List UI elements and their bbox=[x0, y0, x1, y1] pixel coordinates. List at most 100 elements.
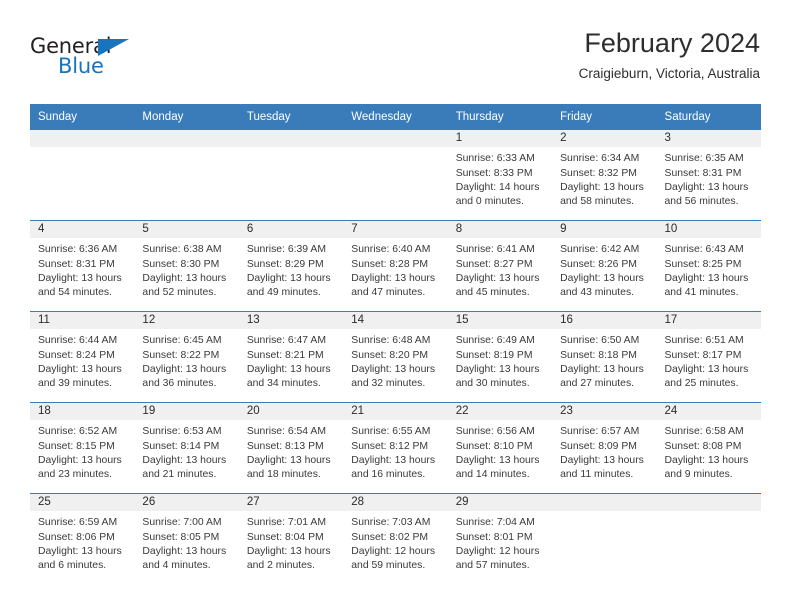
sunset-time: Sunset: 8:21 PM bbox=[246, 349, 324, 361]
title-block: February 2024 Craigieburn, Victoria, Aus… bbox=[579, 28, 760, 81]
day-number: 7 bbox=[343, 221, 448, 239]
calendar-day-cell[interactable]: 18 Sunrise: 6:52 AM Sunset: 8:15 PM Dayligh… bbox=[30, 403, 135, 494]
day-number bbox=[238, 130, 344, 148]
daylight-duration-line2: and 4 minutes. bbox=[142, 559, 211, 571]
daylight-duration-line1: Daylight: 14 hours bbox=[455, 181, 540, 193]
sunset-time: Sunset: 8:32 PM bbox=[560, 167, 637, 179]
day-number: 1 bbox=[447, 130, 553, 148]
calendar-day-cell[interactable]: 7 Sunrise: 6:40 AM Sunset: 8:28 PM Daylight… bbox=[343, 221, 448, 312]
calendar-day-cell[interactable]: 22 Sunrise: 6:56 AM Sunset: 8:10 PM Dayligh… bbox=[447, 403, 553, 494]
day-number: 11 bbox=[30, 312, 135, 330]
daylight-duration-line2: and 6 minutes. bbox=[38, 559, 107, 571]
calendar-day-cell[interactable]: 19 Sunrise: 6:53 AM Sunset: 8:14 PM Dayligh… bbox=[134, 403, 239, 494]
calendar-day-cell[interactable]: 25 Sunrise: 6:59 AM Sunset: 8:06 PM Dayligh… bbox=[30, 494, 135, 585]
day-sun-info: Sunrise: 6:52 AM Sunset: 8:15 PM Daylight:… bbox=[30, 420, 134, 482]
calendar-day-cell[interactable]: 16 Sunrise: 6:50 AM Sunset: 8:18 PM Dayligh… bbox=[552, 312, 657, 403]
sunset-time: Sunset: 8:10 PM bbox=[455, 440, 533, 452]
day-number: 5 bbox=[134, 221, 239, 239]
calendar-day-cell[interactable]: 13 Sunrise: 6:47 AM Sunset: 8:21 PM Dayligh… bbox=[238, 312, 344, 403]
daylight-duration-line1: Daylight: 13 hours bbox=[560, 272, 644, 284]
sunset-time: Sunset: 8:05 PM bbox=[142, 531, 220, 543]
sunset-time: Sunset: 8:31 PM bbox=[38, 258, 115, 270]
daylight-duration-line1: Daylight: 13 hours bbox=[38, 363, 122, 375]
daylight-duration-line2: and 14 minutes. bbox=[455, 468, 530, 480]
calendar-day-cell[interactable]: 17 Sunrise: 6:51 AM Sunset: 8:17 PM Dayligh… bbox=[656, 312, 761, 403]
calendar-day-cell[interactable]: 28 Sunrise: 7:03 AM Sunset: 8:02 PM Dayligh… bbox=[343, 494, 448, 585]
calendar-day-cell[interactable]: 1 Sunrise: 6:33 AM Sunset: 8:33 PM Daylight… bbox=[447, 130, 553, 221]
sunset-time: Sunset: 8:18 PM bbox=[560, 349, 637, 361]
calendar-day-cell[interactable]: 21 Sunrise: 6:55 AM Sunset: 8:12 PM Dayligh… bbox=[343, 403, 448, 494]
calendar-day-cell-empty bbox=[134, 130, 239, 221]
daylight-duration-line2: and 11 minutes. bbox=[560, 468, 634, 480]
day-number: 22 bbox=[447, 403, 553, 421]
sunset-time: Sunset: 8:15 PM bbox=[38, 440, 115, 452]
calendar-day-cell[interactable]: 8 Sunrise: 6:41 AM Sunset: 8:27 PM Daylight… bbox=[447, 221, 553, 312]
calendar-day-cell[interactable]: 15 Sunrise: 6:49 AM Sunset: 8:19 PM Dayligh… bbox=[447, 312, 553, 403]
day-number bbox=[134, 130, 239, 148]
day-sun-info: Sunrise: 6:45 AM Sunset: 8:22 PM Daylight:… bbox=[134, 329, 238, 391]
daylight-duration-line1: Daylight: 13 hours bbox=[351, 363, 436, 375]
sunrise-time: Sunrise: 7:00 AM bbox=[142, 517, 222, 529]
calendar-day-cell[interactable]: 5 Sunrise: 6:38 AM Sunset: 8:30 PM Daylight… bbox=[134, 221, 239, 312]
calendar-week-row: 11 Sunrise: 6:44 AM Sunset: 8:24 PM Dayligh… bbox=[30, 312, 761, 404]
page-subtitle: Craigieburn, Victoria, Australia bbox=[578, 66, 760, 82]
calendar-day-cell[interactable]: 2 Sunrise: 6:34 AM Sunset: 8:32 PM Daylight… bbox=[552, 130, 657, 221]
calendar-day-cell[interactable]: 14 Sunrise: 6:48 AM Sunset: 8:20 PM Dayligh… bbox=[343, 312, 448, 403]
daylight-duration-line2: and 23 minutes. bbox=[38, 468, 112, 480]
day-number: 25 bbox=[30, 494, 135, 512]
calendar-day-cell-empty bbox=[552, 494, 657, 585]
day-number: 23 bbox=[552, 403, 657, 421]
daylight-duration-line2: and 41 minutes. bbox=[664, 286, 739, 298]
sunrise-time: Sunrise: 7:01 AM bbox=[246, 517, 326, 529]
calendar-day-cell[interactable]: 10 Sunrise: 6:43 AM Sunset: 8:25 PM Dayligh… bbox=[656, 221, 761, 312]
sunset-time: Sunset: 8:31 PM bbox=[664, 167, 742, 179]
daylight-duration-line2: and 49 minutes. bbox=[246, 286, 321, 298]
calendar-week-row: 25 Sunrise: 6:59 AM Sunset: 8:06 PM Dayligh… bbox=[30, 494, 761, 585]
calendar-day-cell[interactable]: 29 Sunrise: 7:04 AM Sunset: 8:01 PM Dayligh… bbox=[447, 494, 553, 585]
calendar-day-cell[interactable]: 9 Sunrise: 6:42 AM Sunset: 8:26 PM Daylight… bbox=[552, 221, 657, 312]
day-number: 20 bbox=[238, 403, 344, 421]
calendar-day-cell[interactable]: 26 Sunrise: 7:00 AM Sunset: 8:05 PM Dayligh… bbox=[134, 494, 239, 585]
day-sun-info: Sunrise: 6:35 AM Sunset: 8:31 PM Daylight:… bbox=[657, 147, 761, 209]
daylight-duration-line2: and 32 minutes. bbox=[351, 377, 426, 389]
day-sun-info: Sunrise: 6:41 AM Sunset: 8:27 PM Daylight:… bbox=[448, 238, 552, 300]
daylight-duration-line2: and 34 minutes. bbox=[246, 377, 321, 389]
sunset-time: Sunset: 8:28 PM bbox=[351, 258, 429, 270]
calendar-day-cell-empty bbox=[238, 130, 344, 221]
day-number: 15 bbox=[447, 312, 553, 330]
daylight-duration-line1: Daylight: 13 hours bbox=[664, 181, 749, 193]
sunset-time: Sunset: 8:29 PM bbox=[246, 258, 324, 270]
sunrise-time: Sunrise: 6:41 AM bbox=[455, 244, 535, 256]
sunrise-time: Sunrise: 6:34 AM bbox=[560, 153, 640, 165]
calendar-day-cell[interactable]: 23 Sunrise: 6:57 AM Sunset: 8:09 PM Dayligh… bbox=[552, 403, 657, 494]
weekday-header-tuesday: Tuesday bbox=[246, 111, 291, 123]
calendar-day-cell[interactable]: 3 Sunrise: 6:35 AM Sunset: 8:31 PM Daylight… bbox=[656, 130, 761, 221]
daylight-duration-line2: and 47 minutes. bbox=[351, 286, 426, 298]
sunrise-time: Sunrise: 6:43 AM bbox=[664, 244, 744, 256]
daylight-duration-line2: and 16 minutes. bbox=[351, 468, 426, 480]
sunset-time: Sunset: 8:33 PM bbox=[455, 167, 533, 179]
calendar-day-cell[interactable]: 4 Sunrise: 6:36 AM Sunset: 8:31 PM Daylight… bbox=[30, 221, 135, 312]
day-sun-info: Sunrise: 6:36 AM Sunset: 8:31 PM Daylight:… bbox=[30, 238, 134, 300]
sunrise-time: Sunrise: 6:35 AM bbox=[664, 153, 744, 165]
day-number: 21 bbox=[343, 403, 448, 421]
day-number: 18 bbox=[30, 403, 135, 421]
weekday-header-sunday: Sunday bbox=[38, 111, 78, 123]
day-number: 13 bbox=[238, 312, 344, 330]
day-number: 10 bbox=[656, 221, 761, 239]
sunrise-time: Sunrise: 6:50 AM bbox=[560, 335, 640, 347]
general-blue-logo[interactable]: General Blue bbox=[30, 36, 160, 84]
calendar-day-cell[interactable]: 6 Sunrise: 6:39 AM Sunset: 8:29 PM Daylight… bbox=[238, 221, 344, 312]
calendar-day-cell[interactable]: 20 Sunrise: 6:54 AM Sunset: 8:13 PM Dayligh… bbox=[238, 403, 344, 494]
daylight-duration-line1: Daylight: 13 hours bbox=[142, 545, 227, 557]
calendar-day-cell[interactable]: 11 Sunrise: 6:44 AM Sunset: 8:24 PM Dayligh… bbox=[30, 312, 135, 403]
sunset-time: Sunset: 8:12 PM bbox=[351, 440, 429, 452]
calendar-day-cell[interactable]: 12 Sunrise: 6:45 AM Sunset: 8:22 PM Dayligh… bbox=[134, 312, 239, 403]
calendar-day-cell[interactable]: 24 Sunrise: 6:58 AM Sunset: 8:08 PM Dayligh… bbox=[656, 403, 761, 494]
calendar-day-cell[interactable]: 27 Sunrise: 7:01 AM Sunset: 8:04 PM Dayligh… bbox=[238, 494, 344, 585]
daylight-duration-line2: and 58 minutes. bbox=[560, 195, 635, 207]
daylight-duration-line2: and 21 minutes. bbox=[142, 468, 217, 480]
daylight-duration-line1: Daylight: 13 hours bbox=[351, 272, 436, 284]
daylight-duration-line2: and 25 minutes. bbox=[664, 377, 739, 389]
day-sun-info: Sunrise: 7:01 AM Sunset: 8:04 PM Daylight:… bbox=[239, 511, 343, 573]
